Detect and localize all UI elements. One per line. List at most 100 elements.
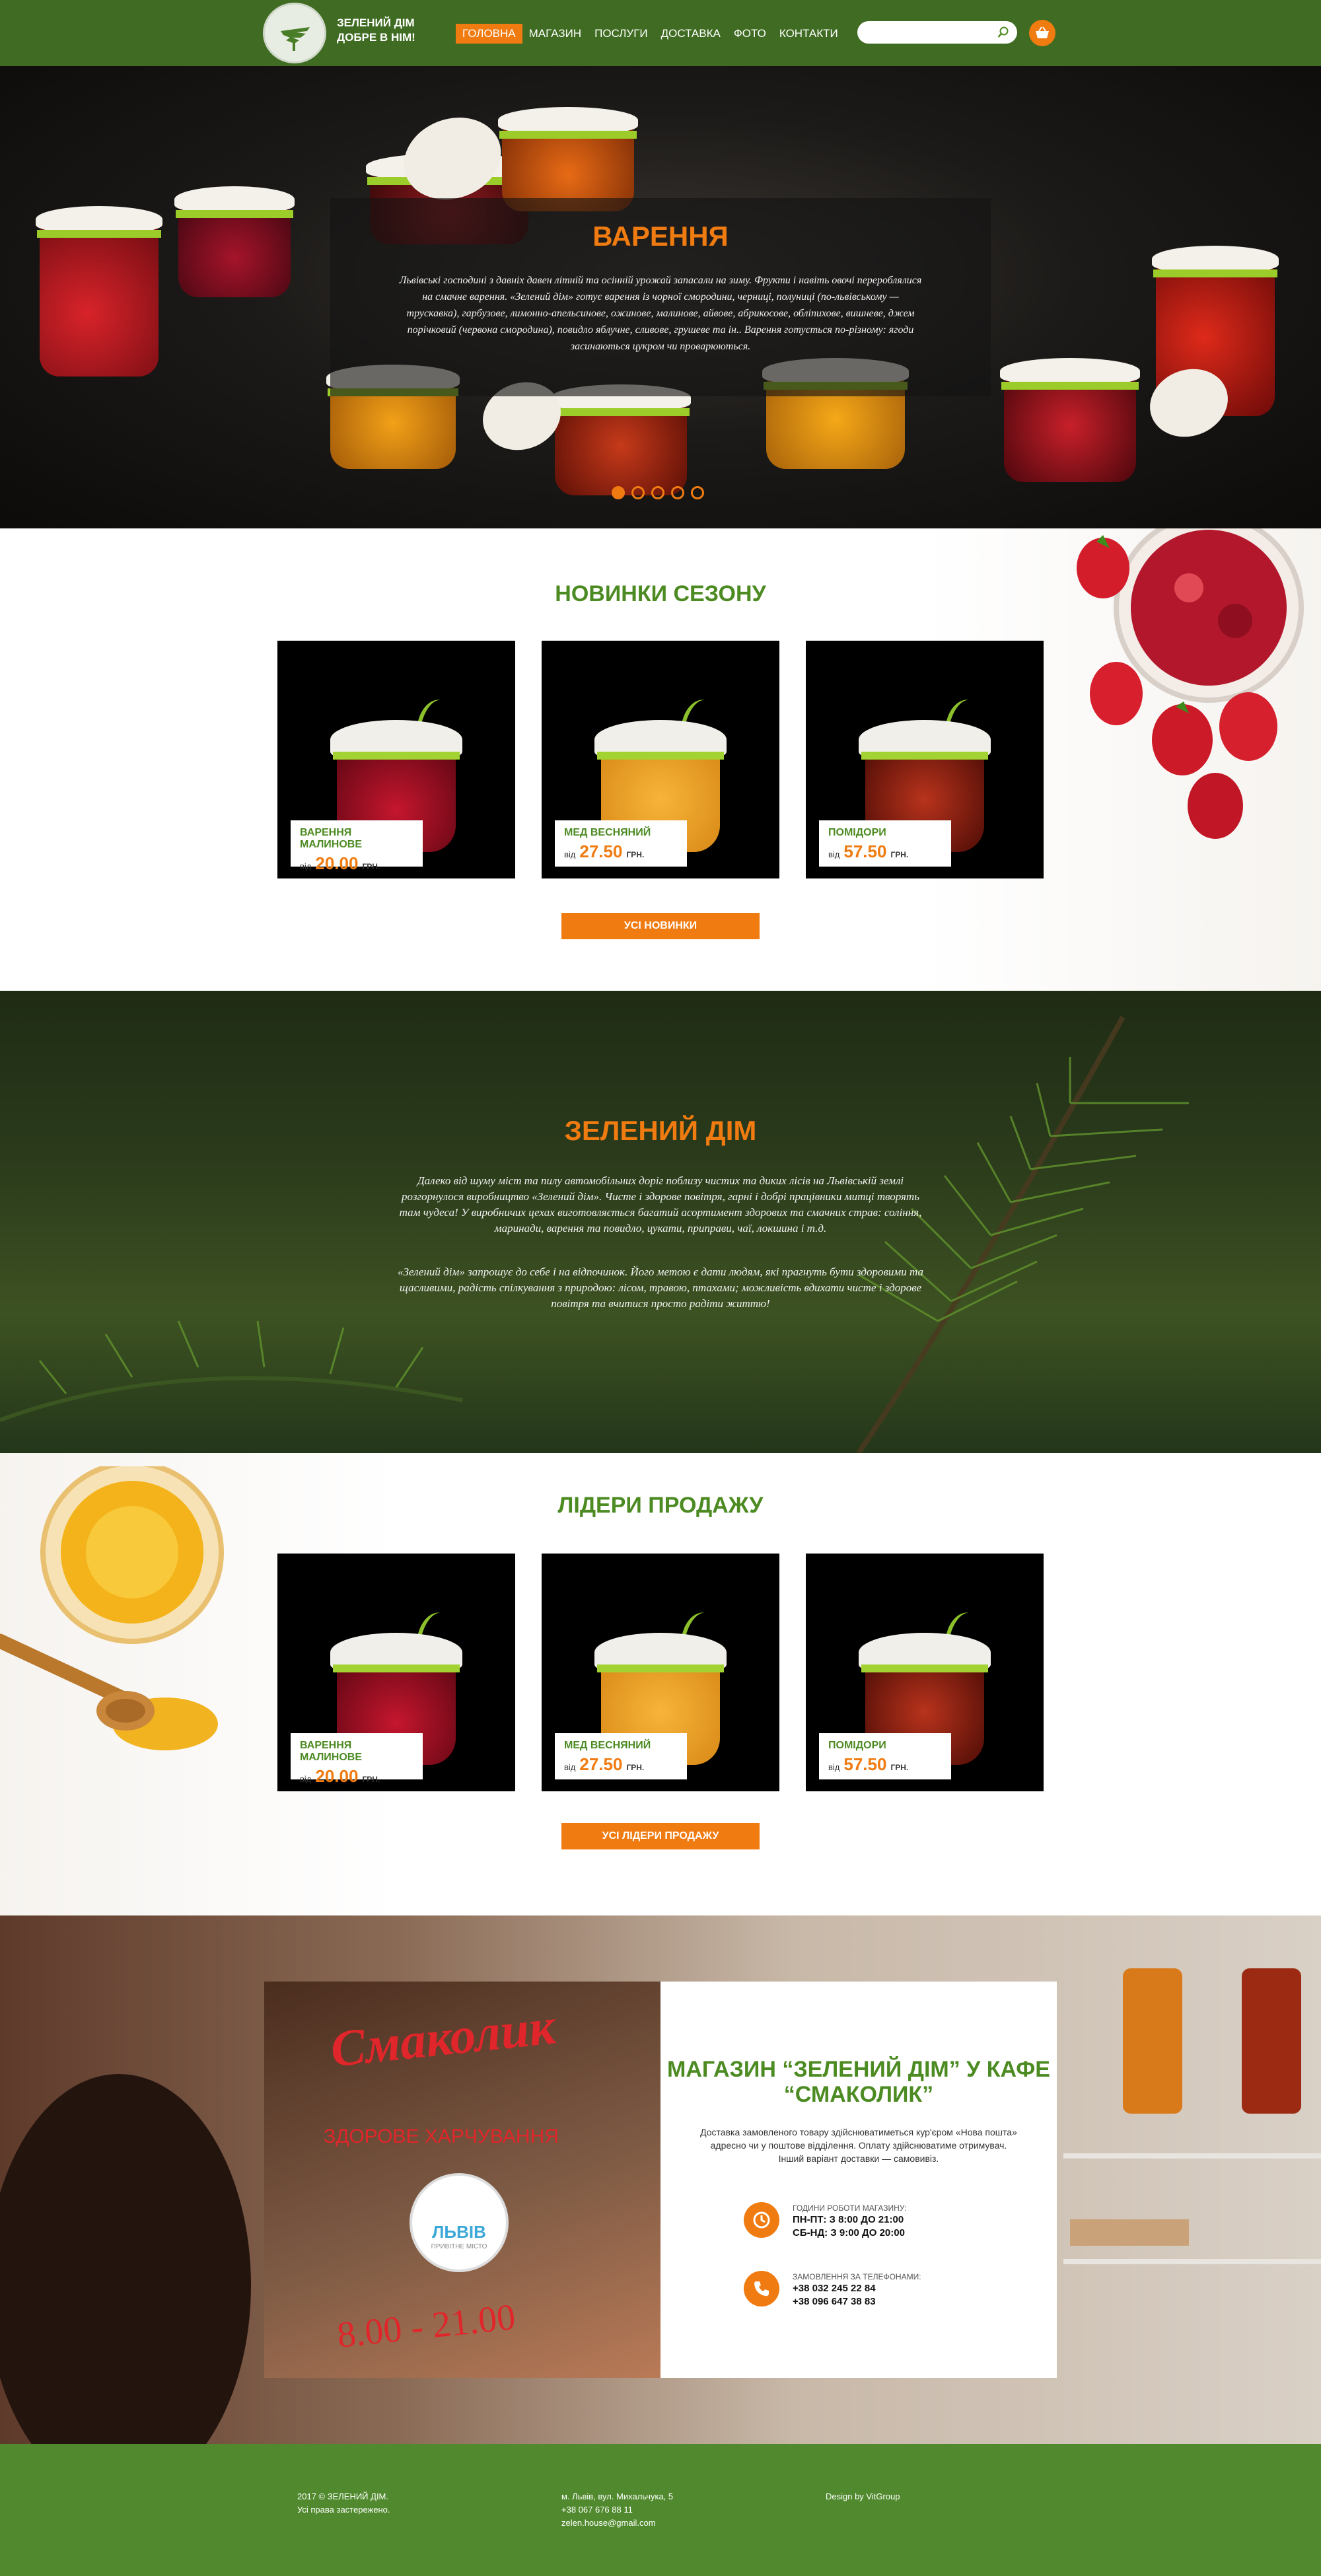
product-price: 20.00: [315, 853, 359, 873]
cafe-hours-sign: 8.00 - 21.00: [335, 2297, 518, 2356]
phone-number-1[interactable]: +38 032 245 22 84: [793, 2283, 876, 2294]
slider-dot-5[interactable]: [691, 486, 704, 499]
product-card[interactable]: ПОМІДОРИ від 57.50 ГРН.: [806, 641, 1044, 878]
new-season-section: НОВИНКИ СЕЗОНУ ВАРЕННЯ МАЛИНОВЕ від 20.00…: [0, 528, 1321, 991]
price-label: МЕД ВЕСНЯНИЙ від 27.50 ГРН.: [555, 1733, 687, 1779]
price-from: від: [828, 849, 840, 859]
price-from: від: [300, 861, 312, 871]
product-name: ПОМІДОРИ: [828, 827, 886, 838]
logo-text: ЗЕЛЕНИЙ ДІМ ДОБРЕ В НІМ!: [337, 16, 415, 45]
product-card[interactable]: ВАРЕННЯ МАЛИНОВЕ від 20.00 ГРН.: [277, 1554, 515, 1791]
price-currency: ГРН.: [362, 862, 380, 871]
hours-row: ГОДИНИ РОБОТИ МАГАЗИНУ: ПН-ПТ: З 8:00 ДО…: [744, 2202, 1021, 2242]
product-card[interactable]: ВАРЕННЯ МАЛИНОВЕ від 20.00 ГРН.: [277, 641, 515, 878]
price-label: ВАРЕННЯ МАЛИНОВЕ від 20.00 ГРН.: [291, 820, 423, 873]
nav-photo[interactable]: ФОТО: [727, 24, 773, 44]
footer-copyright: 2017 © ЗЕЛЕНИЙ ДІМ. Усі права застережен…: [297, 2490, 390, 2517]
product-name: ВАРЕННЯ МАЛИНОВЕ: [300, 1740, 363, 1763]
cafe-photo: Смаколик ЗДОРОВЕ ХАРЧУВАННЯ ЛЬВІВ ПРИВІТ…: [264, 1982, 660, 2378]
price-currency: ГРН.: [890, 850, 909, 859]
clock-icon: [744, 2202, 779, 2238]
price-from: від: [828, 1762, 840, 1772]
price-currency: ГРН.: [362, 1775, 380, 1784]
product-price: 27.50: [579, 841, 623, 861]
jar-image: [551, 384, 691, 495]
about-title: ЗЕЛЕНИЙ ДІМ: [564, 1115, 757, 1146]
logo-line-2: ДОБРЕ В НІМ!: [337, 31, 415, 44]
product-price: 27.50: [579, 1754, 623, 1774]
jar-image: [174, 186, 295, 297]
about-paragraph-2: «Зелений дім» запрошує до себе і на відп…: [398, 1266, 923, 1310]
search-box: [857, 21, 1017, 44]
nav-services[interactable]: ПОСЛУГИ: [588, 24, 655, 44]
product-name: ВАРЕННЯ МАЛИНОВЕ: [300, 827, 363, 850]
footer-address: м. Львів, вул. Михальчука, 5: [561, 2491, 674, 2501]
product-card[interactable]: МЕД ВЕСНЯНИЙ від 27.50 ГРН.: [542, 1554, 779, 1791]
phones-row: ЗАМОВЛЕННЯ ЗА ТЕЛЕФОНАМИ: +38 032 245 22…: [744, 2271, 1021, 2310]
basket-icon: [1036, 26, 1049, 38]
shop-delivery-text: Доставка замовленого товару здійснюватим…: [700, 2127, 1017, 2151]
nav-home[interactable]: ГОЛОВНА: [456, 24, 522, 44]
nav-delivery[interactable]: ДОСТАВКА: [655, 24, 727, 44]
rights-text: Усі права застережено.: [297, 2505, 390, 2515]
hero-slider: ВАРЕННЯ Львівські господині з давніх дав…: [0, 66, 1321, 528]
copyright-text: 2017 © ЗЕЛЕНИЙ ДІМ.: [297, 2491, 388, 2501]
cafe-logo: Смаколик: [328, 1997, 558, 2078]
jar-image: [1000, 358, 1140, 482]
logo[interactable]: [263, 3, 326, 63]
new-season-title: НОВИНКИ СЕЗОНУ: [555, 581, 766, 606]
footer-phone[interactable]: +38 067 676 88 11: [561, 2503, 673, 2517]
price-label: ПОМІДОРИ від 57.50 ГРН.: [819, 1733, 951, 1779]
product-price: 57.50: [843, 1754, 887, 1774]
slider-dot-2[interactable]: [631, 486, 645, 499]
footer-contacts: м. Львів, вул. Михальчука, 5 +38 067 676…: [561, 2490, 673, 2530]
product-price: 57.50: [843, 841, 887, 861]
cafe-slogan: ЗДОРОВЕ ХАРЧУВАННЯ: [324, 2126, 559, 2147]
slider-dots: [612, 486, 704, 499]
price-label: ПОМІДОРИ від 57.50 ГРН.: [819, 820, 951, 867]
bestsellers-section: ЛІДЕРИ ПРОДАЖУ ВАРЕННЯ МАЛИНОВЕ від 20.00…: [0, 1453, 1321, 1915]
main-nav: ГОЛОВНА МАГАЗИН ПОСЛУГИ ДОСТАВКА ФОТО КО…: [456, 24, 845, 44]
slider-dot-3[interactable]: [651, 486, 664, 499]
cart-button[interactable]: [1029, 20, 1055, 46]
phone-icon: [744, 2271, 779, 2307]
logo-line-1: ЗЕЛЕНИЙ ДІМ: [337, 17, 415, 29]
tree-icon: [281, 27, 310, 51]
jar-image: [498, 107, 638, 211]
price-from: від: [564, 849, 576, 859]
site-header: ЗЕЛЕНИЙ ДІМ ДОБРЕ В НІМ! ГОЛОВНА МАГАЗИН…: [0, 0, 1321, 66]
product-card[interactable]: ПОМІДОРИ від 57.50 ГРН.: [806, 1554, 1044, 1791]
product-price: 20.00: [315, 1766, 359, 1786]
footer-email[interactable]: zelen.house@gmail.com: [561, 2517, 673, 2530]
all-new-button[interactable]: УСІ НОВИНКИ: [561, 913, 760, 939]
lviv-badge-text: ЛЬВІВ: [432, 2222, 486, 2242]
phone-number-2[interactable]: +38 096 647 38 83: [793, 2296, 876, 2307]
product-name: МЕД ВЕСНЯНИЙ: [564, 827, 651, 838]
price-currency: ГРН.: [626, 850, 645, 859]
product-name: МЕД ВЕСНЯНИЙ: [564, 1740, 651, 1751]
shop-info-card: МАГАЗИН “ЗЕЛЕНИЙ ДІМ” У КАФЕ “СМАКОЛИК” …: [660, 1982, 1057, 2378]
footer-design-credit[interactable]: Design by VitGroup: [826, 2490, 900, 2503]
shop-title: МАГАЗИН “ЗЕЛЕНИЙ ДІМ” У КАФЕ “СМАКОЛИК”: [667, 2057, 1050, 2107]
all-bestsellers-button[interactable]: УСІ ЛІДЕРИ ПРОДАЖУ: [561, 1823, 760, 1849]
shop-pickup-text: Інший варіант доставки — самовивіз.: [778, 2153, 939, 2164]
hours-weekdays: ПН-ПТ: З 8:00 ДО 21:00: [793, 2214, 904, 2225]
hours-label: ГОДИНИ РОБОТИ МАГАЗИНУ:: [793, 2203, 907, 2213]
price-label: МЕД ВЕСНЯНИЙ від 27.50 ГРН.: [555, 820, 687, 867]
lviv-badge: ЛЬВІВ ПРИВІТНЕ МІСТО: [410, 2173, 509, 2272]
hero-text: Львівські господині з давніх давен літні…: [399, 275, 922, 352]
shop-section: Смаколик ЗДОРОВЕ ХАРЧУВАННЯ ЛЬВІВ ПРИВІТ…: [0, 1915, 1321, 2444]
nav-shop[interactable]: МАГАЗИН: [522, 24, 588, 44]
slider-dot-1[interactable]: [612, 486, 625, 499]
lviv-badge-subtext: ПРИВІТНЕ МІСТО: [431, 2243, 487, 2250]
search-input[interactable]: [867, 25, 992, 40]
price-from: від: [300, 1774, 312, 1784]
strawberry-jam-image: [1077, 528, 1304, 839]
product-card[interactable]: МЕД ВЕСНЯНИЙ від 27.50 ГРН.: [542, 641, 779, 878]
search-icon[interactable]: [997, 26, 1009, 38]
about-section: ЗЕЛЕНИЙ ДІМ Далеко від шуму міст та пилу…: [0, 991, 1321, 1453]
shop-description: Доставка замовленого товару здійснюватим…: [694, 2126, 1024, 2165]
slider-dot-4[interactable]: [671, 486, 684, 499]
nav-contacts[interactable]: КОНТАКТИ: [773, 24, 845, 44]
site-footer: 2017 © ЗЕЛЕНИЙ ДІМ. Усі права застережен…: [0, 2444, 1321, 2576]
